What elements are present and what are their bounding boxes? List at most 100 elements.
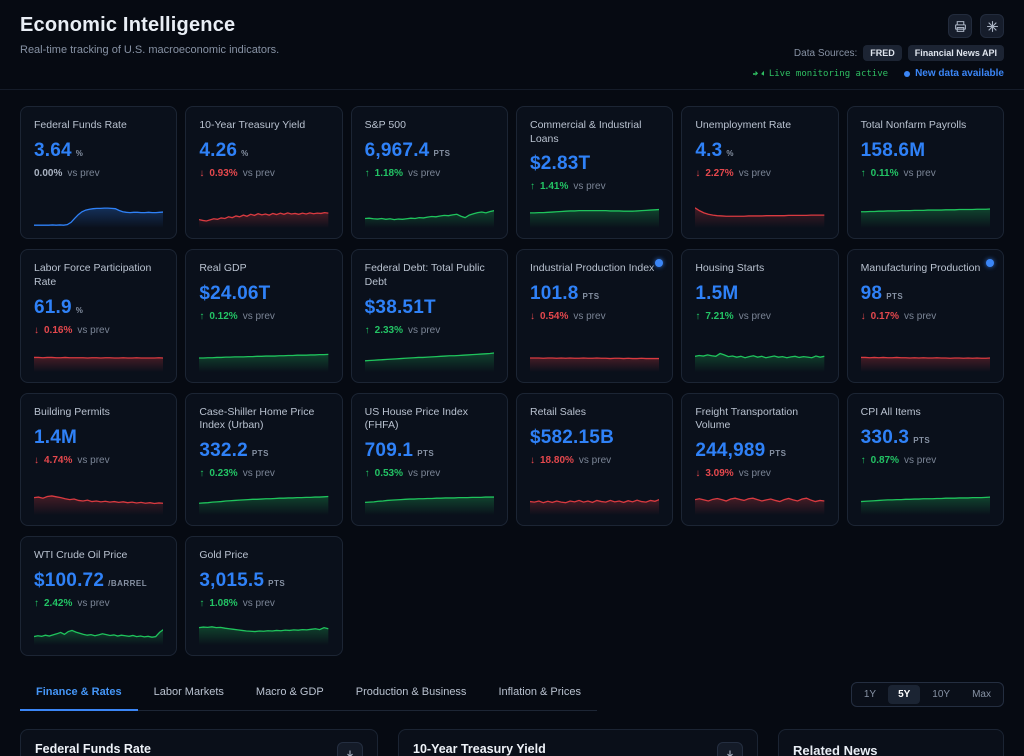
change-percent: 0.53%: [375, 468, 403, 479]
change-percent: 0.17%: [871, 311, 899, 322]
arrow-up-icon: ↑: [199, 468, 204, 479]
arrow-up-icon: ↑: [199, 598, 204, 609]
indicator-card[interactable]: Building Permits1.4M↓4.74%vs prev: [20, 393, 177, 526]
change-vs-label: vs prev: [67, 168, 99, 179]
change-vs-label: vs prev: [739, 168, 771, 179]
arrow-up-icon: ↑: [199, 311, 204, 322]
card-value: 3.64: [34, 140, 72, 162]
range-10y[interactable]: 10Y: [922, 685, 960, 704]
change-vs-label: vs prev: [408, 168, 440, 179]
arrow-up-icon: ↑: [365, 325, 370, 336]
card-unit: PTS: [583, 292, 600, 301]
indicator-card[interactable]: CPI All Items330.3PTS↑0.87%vs prev: [847, 393, 1004, 526]
card-change: ↑1.41%vs prev: [530, 181, 659, 192]
indicator-card[interactable]: Manufacturing Production98PTS↓0.17%vs pr…: [847, 249, 1004, 382]
card-value: 61.9: [34, 297, 72, 319]
change-percent: 18.80%: [540, 455, 574, 466]
range-1y[interactable]: 1Y: [854, 685, 886, 704]
source-badge-financial-news-api[interactable]: Financial News API: [908, 45, 1004, 61]
card-unit: %: [76, 149, 84, 158]
change-percent: 7.21%: [705, 311, 733, 322]
card-unit: PTS: [886, 292, 903, 301]
sparkline: [695, 344, 824, 372]
card-title: Total Nonfarm Payrolls: [861, 119, 990, 133]
indicator-card[interactable]: Industrial Production Index101.8PTS↓0.54…: [516, 249, 673, 382]
card-unit: /BARREL: [108, 579, 147, 588]
indicator-card[interactable]: 10-Year Treasury Yield4.26%↓0.93%vs prev: [185, 106, 342, 239]
card-unit: %: [726, 149, 734, 158]
sparkline: [34, 344, 163, 372]
indicator-card[interactable]: Real GDP$24.06T↑0.12%vs prev: [185, 249, 342, 382]
change-percent: 2.42%: [44, 598, 72, 609]
change-vs-label: vs prev: [408, 468, 440, 479]
new-data-indicator[interactable]: New data available: [904, 68, 1004, 79]
card-value: 4.26: [199, 140, 237, 162]
change-vs-label: vs prev: [243, 598, 275, 609]
tab-finance-rates[interactable]: Finance & Rates: [20, 678, 138, 711]
indicator-card[interactable]: WTI Crude Oil Price$100.72/BARREL↑2.42%v…: [20, 536, 177, 656]
arrow-down-icon: ↓: [695, 468, 700, 479]
indicator-card[interactable]: US House Price Index (FHFA)709.1PTS↑0.53…: [351, 393, 508, 526]
data-sources-label: Data Sources:: [794, 48, 857, 59]
live-status: Live monitoring active: [753, 69, 888, 79]
download-button[interactable]: [717, 742, 743, 756]
arrow-up-icon: ↑: [861, 168, 866, 179]
indicator-card[interactable]: Total Nonfarm Payrolls158.6M↑0.11%vs pre…: [847, 106, 1004, 239]
arrow-down-icon: ↓: [695, 168, 700, 179]
category-tabs: Finance & RatesLabor MarketsMacro & GDPP…: [20, 678, 597, 711]
indicator-card[interactable]: S&P 5006,967.4PTS↑1.18%vs prev: [351, 106, 508, 239]
card-title: Federal Funds Rate: [34, 119, 163, 133]
indicator-card[interactable]: Retail Sales$582.15B↓18.80%vs prev: [516, 393, 673, 526]
card-change: ↑2.33%vs prev: [365, 325, 494, 336]
theme-button[interactable]: [980, 14, 1004, 38]
tab-inflation-prices[interactable]: Inflation & Prices: [482, 678, 597, 710]
arrow-down-icon: ↓: [530, 455, 535, 466]
download-icon: [344, 749, 356, 756]
change-percent: 0.54%: [540, 311, 568, 322]
indicator-card[interactable]: Freight Transportation Volume244,989PTS↓…: [681, 393, 838, 526]
change-percent: 1.41%: [540, 181, 568, 192]
card-change: ↑0.23%vs prev: [199, 468, 328, 479]
card-value: $100.72: [34, 570, 104, 592]
change-percent: 0.11%: [871, 168, 899, 179]
card-value: 101.8: [530, 283, 579, 305]
card-change: ↑7.21%vs prev: [695, 311, 824, 322]
card-title: Unemployment Rate: [695, 119, 824, 133]
card-unit: PTS: [268, 579, 285, 588]
page-header: Economic Intelligence Real-time tracking…: [0, 0, 1024, 90]
print-button[interactable]: [948, 14, 972, 38]
indicator-card[interactable]: Federal Debt: Total Public Debt$38.51T↑2…: [351, 249, 508, 382]
change-vs-label: vs prev: [739, 311, 771, 322]
indicator-card[interactable]: Gold Price3,015.5PTS↑1.08%vs prev: [185, 536, 342, 656]
download-button[interactable]: [337, 742, 363, 756]
indicator-card[interactable]: Unemployment Rate4.3%↓2.27%vs prev: [681, 106, 838, 239]
card-value: 4.3: [695, 140, 722, 162]
card-value: 6,967.4: [365, 140, 430, 162]
range-max[interactable]: Max: [962, 685, 1001, 704]
header-right: Data Sources: FRED Financial News API Li…: [753, 14, 1004, 79]
card-value: $38.51T: [365, 297, 436, 319]
indicator-card[interactable]: Commercial & Industrial Loans$2.83T↑1.41…: [516, 106, 673, 239]
card-title: Housing Starts: [695, 262, 824, 276]
card-value: $582.15B: [530, 427, 614, 449]
arrow-down-icon: ↓: [199, 168, 204, 179]
indicator-card[interactable]: Case-Shiller Home Price Index (Urban)332…: [185, 393, 342, 526]
sparkline: [695, 200, 824, 228]
printer-icon: [954, 20, 967, 33]
range-5y[interactable]: 5Y: [888, 685, 920, 704]
indicator-card[interactable]: Labor Force Participation Rate61.9%↓0.16…: [20, 249, 177, 382]
change-percent: 4.74%: [44, 455, 72, 466]
card-value: 98: [861, 283, 883, 305]
tab-production-business[interactable]: Production & Business: [340, 678, 483, 710]
indicator-card[interactable]: Housing Starts1.5M↑7.21%vs prev: [681, 249, 838, 382]
card-title: Retail Sales: [530, 406, 659, 420]
sparkline: [34, 617, 163, 645]
tab-labor-markets[interactable]: Labor Markets: [138, 678, 240, 710]
card-unit: PTS: [252, 449, 269, 458]
new-data-dot-icon: [904, 71, 910, 77]
change-vs-label: vs prev: [243, 468, 275, 479]
card-value: 244,989: [695, 440, 765, 462]
source-badge-fred[interactable]: FRED: [863, 45, 902, 61]
tab-macro-gdp[interactable]: Macro & GDP: [240, 678, 340, 710]
indicator-card[interactable]: Federal Funds Rate3.64%0.00%vs prev: [20, 106, 177, 239]
